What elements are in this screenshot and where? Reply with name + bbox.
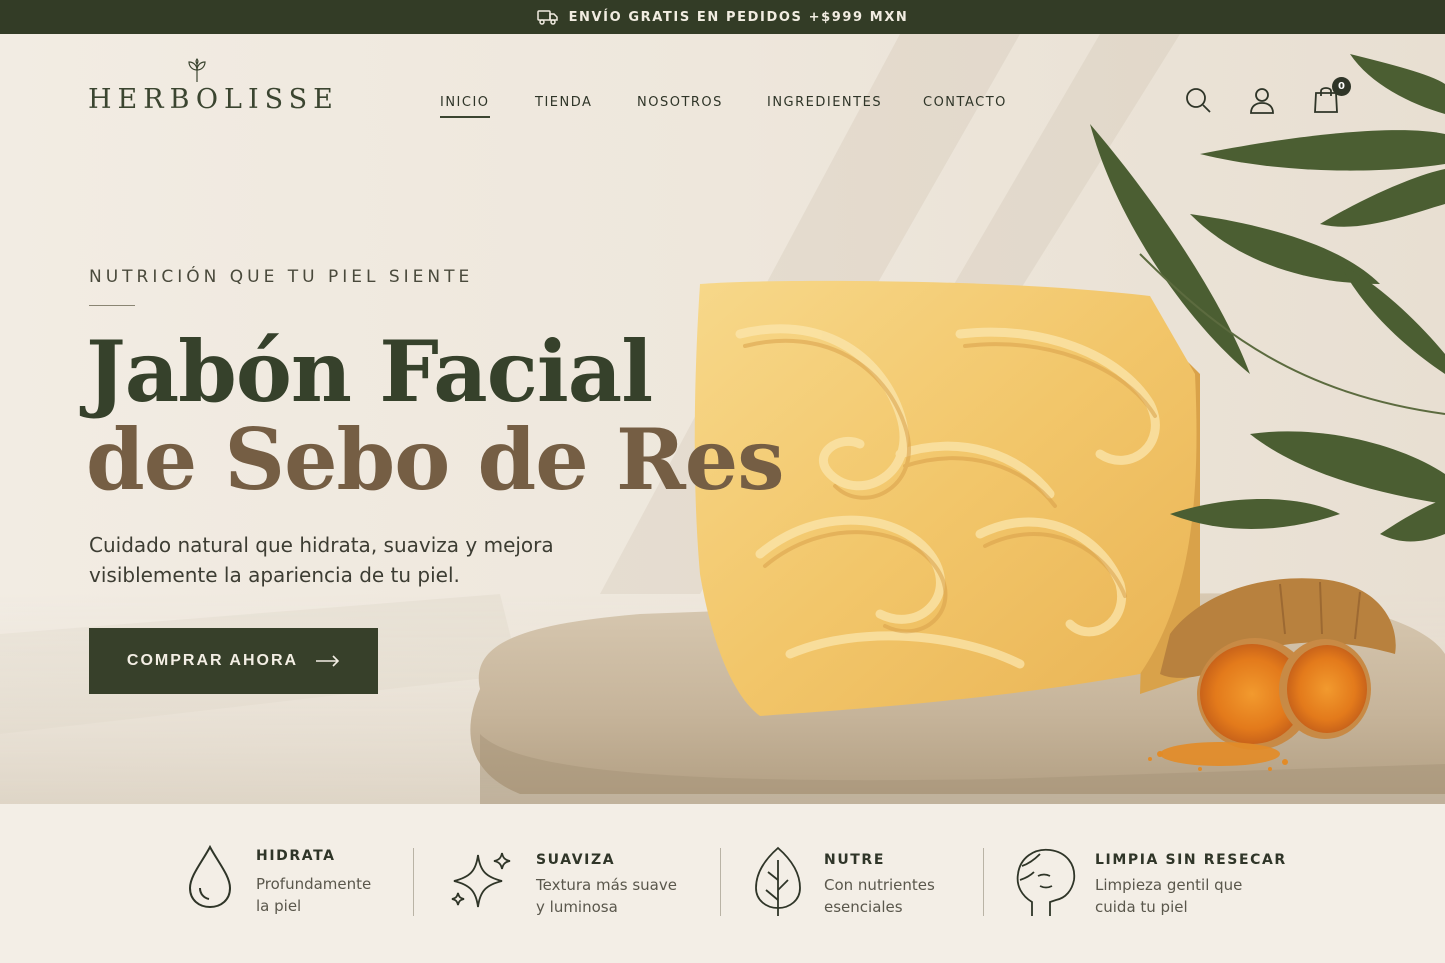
feature-desc-hidrata: Profundamente la piel xyxy=(256,875,372,915)
search-button[interactable] xyxy=(1184,86,1216,118)
feature-title-nutre: NUTRE xyxy=(824,852,885,868)
search-icon xyxy=(1186,88,1211,113)
nav-item-ingredientes[interactable]: INGREDIENTES xyxy=(767,95,882,110)
brand-logo[interactable]: HERBOLISSE xyxy=(88,56,333,116)
nav-item-inicio[interactable]: INICIO xyxy=(440,95,490,118)
feature-title-suaviza: SUAVIZA xyxy=(536,852,616,868)
leaf-icon xyxy=(755,846,801,916)
leaf-logo-icon xyxy=(188,58,206,83)
sparkle-icon xyxy=(451,852,511,908)
hero-subtitle: Cuidado natural que hidrata, suaviza y m… xyxy=(89,533,554,587)
feature-title-limpia: LIMPIA SIN RESECAR xyxy=(1095,852,1287,868)
announcement-text: ENVÍO GRATIS EN PEDIDOS +$999 MXN xyxy=(568,9,909,25)
announcement-bar: ENVÍO GRATIS EN PEDIDOS +$999 MXN xyxy=(0,0,1445,34)
cart-count-badge: 0 xyxy=(1332,77,1351,96)
feature-divider xyxy=(413,848,414,916)
user-icon xyxy=(1250,88,1274,114)
feature-title-hidrata: HIDRATA xyxy=(256,848,336,864)
feature-divider xyxy=(983,848,984,916)
feature-divider xyxy=(720,848,721,916)
shop-now-label: COMPRAR AHORA xyxy=(126,652,299,669)
hero-title-line2: de Sebo de Res xyxy=(86,410,784,509)
feature-desc-limpia: Limpieza gentil que cuida tu piel xyxy=(1095,876,1243,916)
shop-now-button[interactable]: COMPRAR AHORA xyxy=(89,628,378,694)
brand-name: HERBOLISSE xyxy=(88,84,339,115)
hero-title-line1: Jabón Facial xyxy=(86,322,653,421)
account-button[interactable] xyxy=(1248,86,1280,118)
nav-item-tienda[interactable]: TIENDA xyxy=(535,95,592,110)
hero-eyebrow: NUTRICIÓN QUE TU PIEL SIENTE xyxy=(89,267,474,287)
eyebrow-divider xyxy=(89,305,135,306)
nav-item-nosotros[interactable]: NOSOTROS xyxy=(637,95,723,110)
face-profile-icon xyxy=(1016,848,1076,916)
water-drop-icon xyxy=(188,844,232,909)
arrow-right-icon xyxy=(316,655,340,667)
feature-desc-nutre: Con nutrientes esenciales xyxy=(824,876,935,916)
feature-desc-suaviza: Textura más suave y luminosa xyxy=(536,876,677,916)
nav-item-contacto[interactable]: CONTACTO xyxy=(923,95,1007,110)
truck-icon xyxy=(536,10,558,25)
features-strip: HIDRATA Profundamente la piel SUAVIZA Te… xyxy=(0,804,1445,963)
